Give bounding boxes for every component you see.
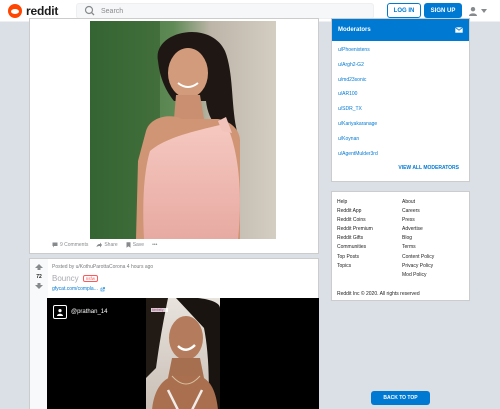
mail-icon[interactable] <box>455 27 463 33</box>
footer-link[interactable]: Press <box>402 217 434 226</box>
avatar <box>53 305 67 319</box>
footer-link[interactable]: Top Posts <box>337 254 373 263</box>
back-to-top-button[interactable]: BACK TO TOP <box>371 391 430 405</box>
post-link-text: gfycat.com/compla... <box>52 286 98 292</box>
moderator-link[interactable]: u/Argh2-G2 <box>338 62 378 77</box>
footer-link[interactable]: Careers <box>402 208 434 217</box>
footer-link[interactable]: Blog <box>402 235 434 244</box>
comments-button[interactable]: 9 Comments <box>52 242 88 248</box>
search-icon <box>84 5 95 16</box>
moderator-link[interactable]: u/md23sonic <box>338 77 378 92</box>
video-player[interactable]: @prathan_14 kimbelly <box>47 298 319 409</box>
posted-by[interactable]: Posted by u/KothuParottaCorona 4 hours a… <box>52 264 153 270</box>
nsfw-badge: nsfw <box>82 275 98 282</box>
downvote-icon[interactable] <box>35 283 43 289</box>
moderator-link[interactable]: u/SDR_TX <box>338 106 378 121</box>
login-button[interactable]: LOG IN <box>387 3 421 18</box>
search-placeholder: Search <box>101 7 124 15</box>
post-actions: 9 Comments Share Save ••• <box>52 242 157 248</box>
moderators-header: Moderators <box>332 19 469 41</box>
footer-link[interactable]: Content Policy <box>402 254 434 263</box>
footer-link[interactable]: Advertise <box>402 226 434 235</box>
share-label: Share <box>104 242 118 248</box>
footer-links-card: Help Reddit App Reddit Coins Reddit Prem… <box>331 191 470 301</box>
footer-link[interactable]: Communities <box>337 244 373 253</box>
moderators-title: Moderators <box>338 27 371 33</box>
moderator-link[interactable]: u/Koynan <box>338 136 378 151</box>
more-options-button[interactable]: ••• <box>152 242 157 248</box>
bookmark-icon <box>126 242 131 248</box>
moderator-list: u/Phoenixtens u/Argh2-G2 u/md23sonic u/A… <box>338 47 378 165</box>
video-username-text: @prathan_14 <box>71 309 108 315</box>
footer-link[interactable]: Reddit Coins <box>337 217 373 226</box>
footer-link[interactable]: Mod Policy <box>402 272 434 281</box>
footer-link[interactable]: Help <box>337 199 373 208</box>
external-link-icon <box>100 286 105 291</box>
user-dropdown[interactable] <box>468 5 490 17</box>
post-link[interactable]: gfycat.com/compla... <box>52 286 105 292</box>
search-input[interactable]: Search <box>76 3 374 19</box>
comment-icon <box>52 242 58 248</box>
moderators-card: Moderators u/Phoenixtens u/Argh2-G2 u/md… <box>331 18 470 182</box>
upvote-icon[interactable] <box>35 264 43 270</box>
footer-column-right: About Careers Press Advertise Blog Terms… <box>402 199 434 281</box>
reddit-logo-icon <box>8 4 22 18</box>
copyright-text: Reddit Inc © 2020. All rights reserved <box>337 291 420 297</box>
footer-link[interactable]: Reddit Gifts <box>337 235 373 244</box>
signup-button[interactable]: SIGN UP <box>424 3 462 18</box>
moderator-link[interactable]: u/Kariyakaranage <box>338 121 378 136</box>
share-button[interactable]: Share <box>96 242 118 248</box>
footer-link[interactable]: Reddit App <box>337 208 373 217</box>
footer-link[interactable]: Reddit Premium <box>337 226 373 235</box>
chevron-down-icon <box>481 9 487 13</box>
comments-count: 9 Comments <box>60 242 89 248</box>
post-title-text: Bouncy <box>52 274 79 283</box>
video-username: @prathan_14 <box>53 305 107 319</box>
save-button[interactable]: Save <box>126 242 144 248</box>
user-icon <box>57 309 63 316</box>
watermark-text: kimbelly <box>152 308 164 312</box>
footer-link[interactable]: Terms <box>402 244 434 253</box>
video-frame: kimbelly <box>146 298 220 409</box>
moderator-link[interactable]: u/AR100 <box>338 91 378 106</box>
save-label: Save <box>132 242 145 248</box>
vote-column: 72 <box>30 259 48 409</box>
footer-link[interactable]: Privacy Policy <box>402 263 434 272</box>
logo-text: reddit <box>26 4 59 18</box>
footer-link[interactable]: Topics <box>337 263 373 272</box>
vote-count: 72 <box>36 274 42 280</box>
footer-link[interactable]: About <box>402 199 434 208</box>
moderator-link[interactable]: u/AgentMulder3rd <box>338 151 378 166</box>
footer-column-left: Help Reddit App Reddit Coins Reddit Prem… <box>337 199 373 272</box>
post-title[interactable]: Bouncy nsfw <box>52 274 98 283</box>
reddit-logo[interactable]: reddit <box>8 4 58 18</box>
user-icon <box>469 7 477 16</box>
post-card[interactable]: 9 Comments Share Save ••• <box>29 18 319 254</box>
share-icon <box>96 242 103 248</box>
post-card[interactable]: 72 Posted by u/KothuParottaCorona 4 hour… <box>29 258 319 409</box>
post-image[interactable] <box>90 21 276 239</box>
view-all-moderators-link[interactable]: VIEW ALL MODERATORS <box>398 165 459 171</box>
moderator-link[interactable]: u/Phoenixtens <box>338 47 378 62</box>
